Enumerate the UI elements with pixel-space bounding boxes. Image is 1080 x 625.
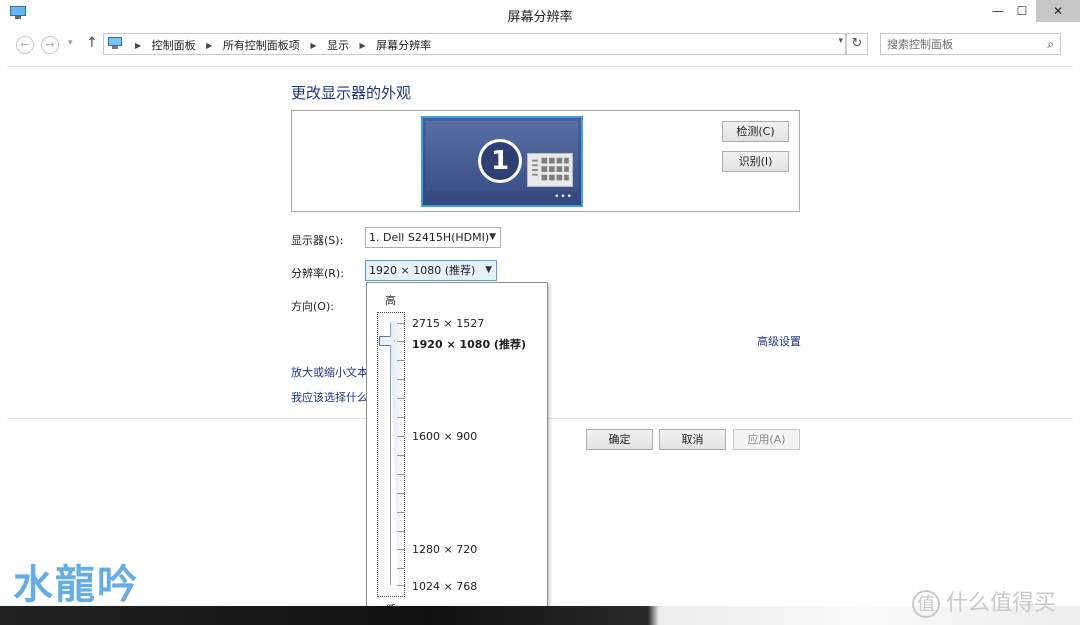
slider-tick [397, 323, 405, 324]
chevron-down-icon: ▼ [485, 265, 492, 275]
breadcrumb-control-panel[interactable]: 控制面板 [152, 39, 196, 52]
breadcrumb-all-items[interactable]: 所有控制面板项 [223, 39, 300, 52]
refresh-button[interactable]: ↻ [846, 33, 868, 55]
identify-button[interactable]: 识别(I) [722, 151, 789, 172]
display-select[interactable]: 1. Dell S2415H(HDMI) ▼ [365, 227, 501, 248]
close-button[interactable]: ✕ [1036, 0, 1080, 22]
slider-tick [397, 436, 405, 437]
title-bar: 屏幕分辨率 — ☐ ✕ [0, 0, 1080, 28]
breadcrumb-separator-icon: ▶ [359, 41, 366, 50]
minimize-button[interactable]: — [985, 0, 1011, 22]
resolution-select-value: 1920 × 1080 (推荐) [369, 264, 476, 277]
slider-rail [390, 323, 391, 585]
display-select-value: 1. Dell S2415H(HDMI) [369, 231, 490, 244]
slider-tick [397, 379, 405, 380]
search-box[interactable]: ⌕ [880, 33, 1061, 55]
search-icon[interactable]: ⌕ [1047, 37, 1054, 52]
breadcrumb: ▶ 控制面板 ▶ 所有控制面板项 ▶ 显示 ▶ 屏幕分辨率 [128, 37, 431, 53]
watermark-left: 水龍吟 [13, 561, 139, 608]
slider-tick [397, 417, 405, 418]
slider-tick [397, 474, 405, 475]
breadcrumb-resolution[interactable]: 屏幕分辨率 [376, 39, 431, 52]
chevron-down-icon: ▼ [489, 232, 496, 242]
breadcrumb-separator-icon: ▶ [310, 41, 317, 50]
ok-button[interactable]: 确定 [586, 429, 653, 450]
resolution-option-selected[interactable]: 1920 × 1080 (推荐) [412, 336, 526, 352]
up-button[interactable]: ↑ [86, 35, 98, 51]
breadcrumb-separator-icon: ▶ [206, 41, 213, 50]
enlarge-text-link[interactable]: 放大或缩小文本 [291, 364, 368, 380]
taskbar-dots: ••• [554, 192, 573, 202]
address-dropdown-icon[interactable]: ▾ [838, 36, 843, 46]
control-panel-icon [108, 37, 122, 49]
resolution-dropdown: 高 2715 × 1527 1920 × 1080 (推荐) 1600 × 90… [366, 282, 548, 625]
slider-tick [397, 549, 405, 550]
resolution-option[interactable]: 1600 × 900 [412, 430, 477, 443]
forward-button[interactable]: → [41, 36, 59, 54]
slider-tick [397, 360, 405, 361]
advanced-settings-link[interactable]: 高级设置 [757, 333, 801, 349]
watermark-badge-icon: 值 [912, 590, 940, 618]
monitor-number: 1 [481, 142, 519, 180]
resolution-select[interactable]: 1920 × 1080 (推荐) ▼ [365, 260, 497, 281]
slider-tick [397, 341, 405, 342]
resolution-option[interactable]: 2715 × 1527 [412, 317, 484, 330]
monitor-1-icon[interactable]: 1 ••• [421, 116, 583, 207]
resolution-option[interactable]: 1024 × 768 [412, 580, 477, 593]
slider-tick [397, 512, 405, 513]
back-button[interactable]: ← [16, 36, 34, 54]
search-input[interactable] [887, 36, 1037, 52]
window-title: 屏幕分辨率 [507, 10, 573, 25]
recent-locations-dropdown[interactable]: ▾ [68, 38, 73, 48]
maximize-button[interactable]: ☐ [1011, 0, 1033, 22]
detect-button[interactable]: 检测(C) [722, 121, 789, 142]
watermark-right-text: 什么值得买 [946, 591, 1057, 616]
resolution-label: 分辨率(R): [291, 267, 344, 280]
start-screen-tiles-icon [527, 153, 573, 187]
breadcrumb-display[interactable]: 显示 [327, 39, 349, 52]
display-label: 显示器(S): [291, 234, 344, 247]
slider-tick [397, 493, 405, 494]
watermark-right: 值什么值得买 [912, 585, 1056, 618]
slider-tick [397, 455, 405, 456]
slider-tick [397, 568, 405, 569]
cancel-button[interactable]: 取消 [659, 429, 726, 450]
page-title: 更改显示器的外观 [291, 84, 412, 102]
slider-tick [397, 398, 405, 399]
which-settings-link[interactable]: 我应该选择什么 [291, 389, 368, 405]
breadcrumb-separator-icon: ▶ [135, 41, 142, 50]
slider-high-label: 高 [385, 294, 396, 307]
resolution-option[interactable]: 1280 × 720 [412, 543, 477, 556]
address-bar[interactable]: ▶ 控制面板 ▶ 所有控制面板项 ▶ 显示 ▶ 屏幕分辨率 ▾ [103, 33, 846, 55]
monitor-number-badge: 1 [478, 139, 522, 183]
slider-tick [397, 585, 405, 586]
slider-tick [397, 531, 405, 532]
apply-button[interactable]: 应用(A) [733, 429, 800, 450]
orientation-label: 方向(O): [291, 300, 334, 313]
